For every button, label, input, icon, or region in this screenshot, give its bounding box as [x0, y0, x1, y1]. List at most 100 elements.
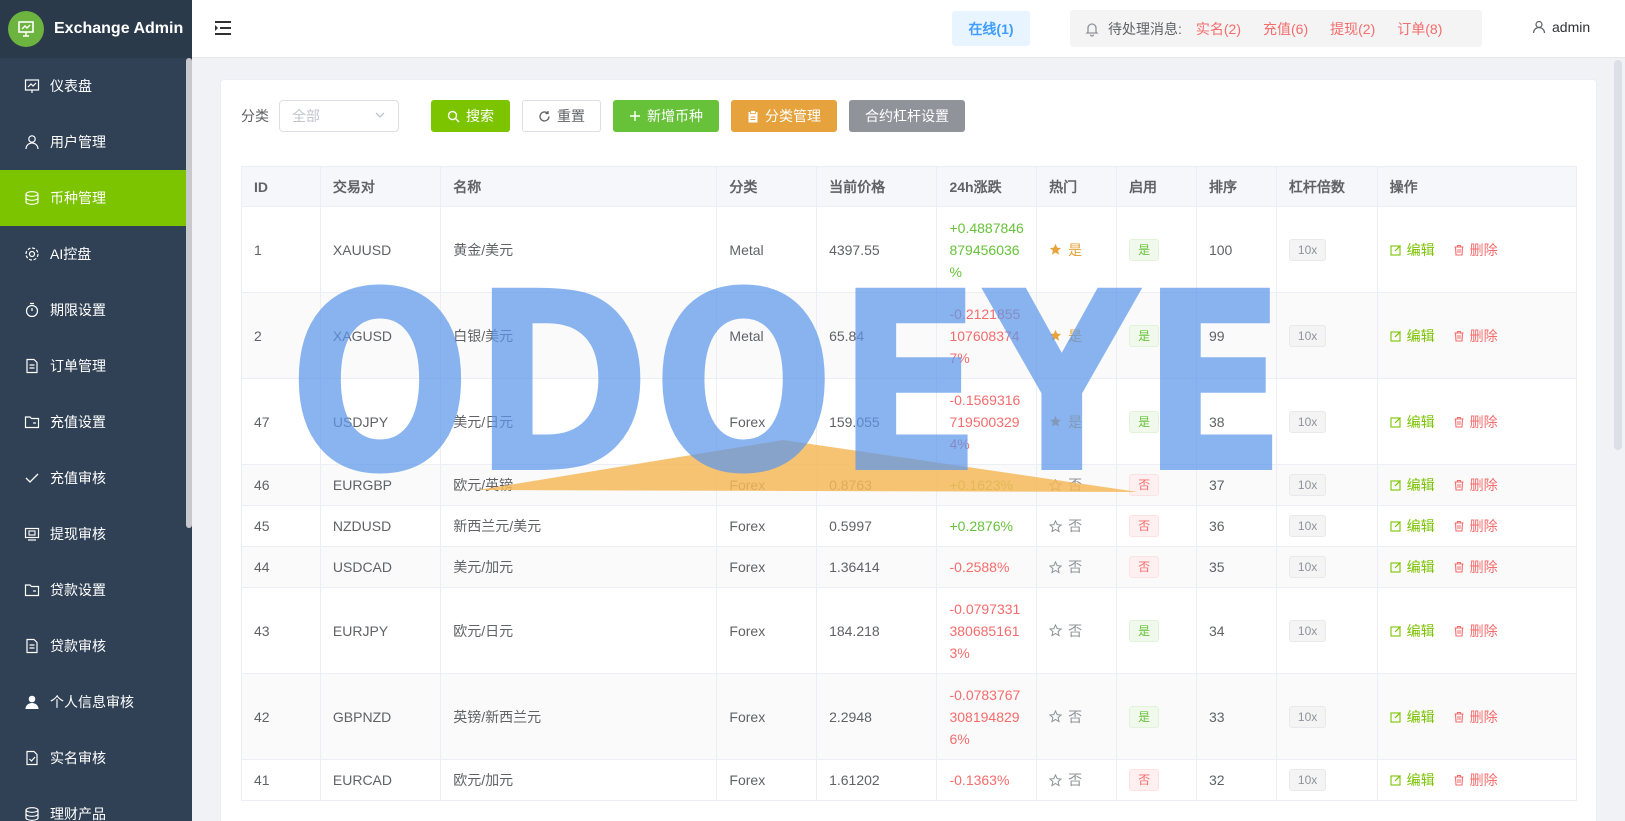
- delete-button[interactable]: 删除: [1453, 475, 1498, 495]
- cell-name-text: 美元/日元: [453, 413, 514, 430]
- cell-leverage: 10x: [1275, 673, 1378, 760]
- cell-pair: EURCAD: [319, 759, 442, 801]
- change-line: 719500329: [949, 413, 1020, 430]
- user-menu[interactable]: admin: [1532, 19, 1590, 35]
- cell-id: 2: [241, 292, 321, 379]
- cell-id: 41: [241, 759, 321, 801]
- hot-toggle[interactable]: 否: [1049, 475, 1082, 495]
- sidebar-item-label: 币种管理: [50, 190, 106, 206]
- status-badge[interactable]: 否: [1129, 556, 1160, 578]
- hot-toggle[interactable]: 否: [1049, 707, 1082, 727]
- cell-pair-text: EURJPY: [332, 622, 389, 639]
- filter-label: 分类: [241, 108, 269, 124]
- sidebar-scrollbar[interactable]: [186, 58, 192, 528]
- plus-icon: [629, 110, 641, 122]
- delete-button[interactable]: 删除: [1453, 240, 1498, 260]
- sidebar-item-8[interactable]: 提现审核: [0, 506, 192, 562]
- edit-button[interactable]: 编辑: [1390, 240, 1435, 260]
- edit-button[interactable]: 编辑: [1390, 326, 1435, 346]
- sidebar-item-5[interactable]: 订单管理: [0, 338, 192, 394]
- cell-price: 0.8763: [816, 464, 938, 506]
- sidebar-item-2[interactable]: 币种管理: [0, 170, 192, 226]
- delete-button[interactable]: 删除: [1453, 707, 1498, 727]
- delete-button[interactable]: 删除: [1453, 516, 1498, 536]
- sidebar-item-13[interactable]: 理财产品: [0, 786, 192, 821]
- cell-pair-text: EURCAD: [332, 772, 393, 788]
- hot-toggle[interactable]: 否: [1049, 621, 1082, 641]
- cell-price: 65.84: [816, 292, 938, 379]
- hot-toggle[interactable]: 是: [1049, 412, 1082, 432]
- sidebar-item-3[interactable]: AI控盘: [0, 226, 192, 282]
- edit-icon: [1390, 479, 1402, 491]
- sidebar-item-4[interactable]: 期限设置: [0, 282, 192, 338]
- sidebar-item-6[interactable]: 充值设置: [0, 394, 192, 450]
- edit-button[interactable]: 编辑: [1390, 621, 1435, 641]
- status-badge[interactable]: 是: [1129, 324, 1160, 347]
- status-badge[interactable]: 否: [1129, 515, 1160, 537]
- cell-pair-text: GBPNZD: [332, 708, 392, 725]
- sidebar: Exchange Admin 仪表盘 用户管理 币种管理 AI控盘 期限设置 订单管理 充值…: [0, 0, 192, 821]
- hot-toggle[interactable]: 否: [1049, 516, 1082, 536]
- table-row: 45 NZDUSD 新西兰元/美元 Forex 0.5997 +0.2876% 否 否 36 10…: [241, 505, 1578, 547]
- reset-button[interactable]: 重置: [522, 100, 601, 132]
- hot-toggle[interactable]: 否: [1049, 557, 1082, 577]
- delete-button[interactable]: 删除: [1453, 621, 1498, 641]
- pending-link-order[interactable]: 订单(8): [1397, 19, 1442, 39]
- sidebar-item-1[interactable]: 用户管理: [0, 114, 192, 170]
- document-icon: [24, 358, 40, 374]
- delete-button[interactable]: 删除: [1453, 412, 1498, 432]
- edit-button[interactable]: 编辑: [1390, 475, 1435, 495]
- delete-button[interactable]: 删除: [1453, 326, 1498, 346]
- edit-button[interactable]: 编辑: [1390, 770, 1435, 790]
- page-scrollbar[interactable]: [1614, 60, 1622, 450]
- cell-category: Forex: [716, 505, 818, 547]
- edit-button[interactable]: 编辑: [1390, 557, 1435, 577]
- hot-text: 是: [1068, 241, 1083, 258]
- status-badge[interactable]: 是: [1129, 705, 1160, 728]
- cell-category-text: Forex: [729, 413, 766, 430]
- status-badge[interactable]: 是: [1129, 238, 1160, 261]
- sidebar-item-12[interactable]: 实名审核: [0, 730, 192, 786]
- pending-link-recharge[interactable]: 充值(6): [1263, 19, 1308, 39]
- add-coin-button[interactable]: 新增币种: [613, 100, 719, 132]
- leverage-settings-button[interactable]: 合约杠杆设置: [849, 100, 965, 132]
- sidebar-item-label: 理财产品: [50, 806, 106, 821]
- cell-leverage: 10x: [1275, 464, 1378, 506]
- sidebar-item-0[interactable]: 仪表盘: [0, 58, 192, 114]
- cell-price: 1.61202: [816, 759, 938, 801]
- hot-toggle[interactable]: 是: [1049, 326, 1082, 346]
- cell-id: 43: [241, 587, 321, 674]
- sidebar-item-7[interactable]: 充值审核: [0, 450, 192, 506]
- delete-button[interactable]: 删除: [1453, 557, 1498, 577]
- change-line: -0.2588%: [949, 559, 1010, 575]
- sidebar-item-11[interactable]: 个人信息审核: [0, 674, 192, 730]
- sidebar-item-9[interactable]: 贷款设置: [0, 562, 192, 618]
- sidebar-item-10[interactable]: 贷款审核: [0, 618, 192, 674]
- edit-button[interactable]: 编辑: [1390, 707, 1435, 727]
- online-badge[interactable]: 在线(1): [952, 11, 1030, 46]
- cell-pair-text: USDJPY: [332, 413, 389, 430]
- leverage-badge: 10x: [1288, 705, 1327, 728]
- search-button[interactable]: 搜索: [431, 100, 510, 132]
- pending-link-realname[interactable]: 实名(2): [1196, 19, 1241, 39]
- category-manage-button[interactable]: 分类管理: [731, 100, 837, 132]
- status-badge[interactable]: 是: [1129, 410, 1160, 433]
- hot-toggle[interactable]: 否: [1049, 770, 1082, 790]
- pending-link-withdraw[interactable]: 提现(2): [1330, 19, 1375, 39]
- edit-button[interactable]: 编辑: [1390, 412, 1435, 432]
- cell-id-text: 44: [254, 559, 270, 575]
- delete-label: 删除: [1469, 708, 1498, 725]
- category-select[interactable]: 全部: [279, 100, 399, 132]
- status-badge[interactable]: 否: [1129, 474, 1160, 496]
- delete-button[interactable]: 删除: [1453, 770, 1498, 790]
- edit-button[interactable]: 编辑: [1390, 516, 1435, 536]
- hot-toggle[interactable]: 是: [1049, 240, 1082, 260]
- cell-sort-text: 35: [1208, 559, 1225, 575]
- status-badge[interactable]: 否: [1129, 769, 1160, 791]
- status-badge[interactable]: 是: [1129, 619, 1160, 642]
- cell-id: 45: [241, 505, 321, 547]
- logo[interactable]: Exchange Admin: [0, 0, 192, 58]
- cell-category: Forex: [716, 546, 818, 588]
- hamburger-icon[interactable]: [214, 20, 232, 36]
- trash-icon: [1453, 479, 1465, 491]
